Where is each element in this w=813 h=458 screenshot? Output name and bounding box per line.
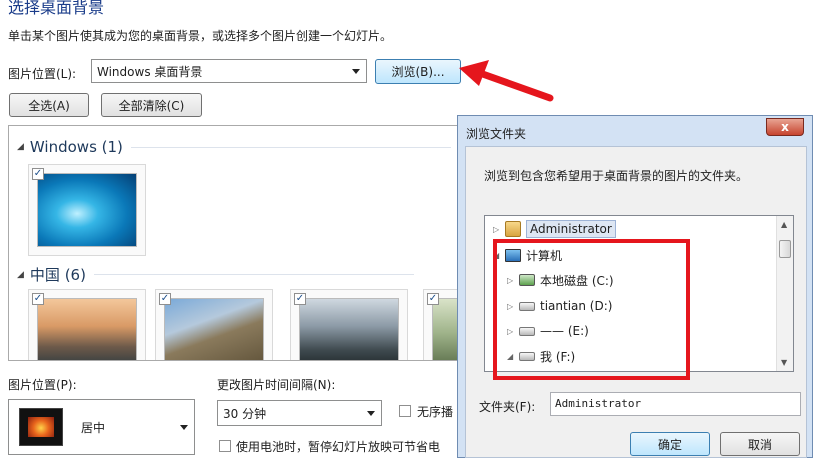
- chevron-down-icon[interactable]: [352, 68, 360, 74]
- folder-input[interactable]: Administrator: [550, 392, 801, 416]
- close-button[interactable]: x: [766, 118, 804, 136]
- preview-image: [28, 417, 54, 437]
- browse-folder-dialog: 浏览文件夹 x 浏览到包含您希望用于桌面背景的图片的文件夹。 ▷ Adminis…: [457, 115, 813, 458]
- dialog-body: 浏览到包含您希望用于桌面背景的图片的文件夹。 ▷ Administrator ◢…: [465, 146, 807, 458]
- group-header-china[interactable]: ◢ 中国 (6): [17, 264, 414, 285]
- page-title: 选择桌面背景: [8, 0, 105, 17]
- wallpaper-image-windows: [37, 173, 137, 247]
- picture-position-select[interactable]: 居中: [8, 399, 195, 455]
- close-icon: x: [781, 120, 789, 134]
- picture-location-value: Windows 桌面背景: [97, 64, 203, 79]
- wallpaper-checkbox[interactable]: ✓: [159, 293, 171, 305]
- picture-gallery[interactable]: ◢ Windows (1) ✓ ◢ 中国 (6) ✓ ✓ ✓ ✓: [8, 125, 460, 361]
- interval-value: 30 分钟: [223, 406, 267, 421]
- scroll-up-icon[interactable]: ▲: [781, 220, 787, 229]
- picture-location-select[interactable]: Windows 桌面背景: [91, 59, 367, 83]
- collapse-triangle-icon: ◢: [17, 269, 24, 280]
- tree-label-administrator: Administrator: [526, 220, 616, 238]
- wallpaper-thumbnail[interactable]: ✓: [423, 289, 459, 360]
- select-all-button[interactable]: 全选(A): [9, 93, 89, 117]
- user-folder-icon: [505, 221, 521, 237]
- wallpaper-image-river: [37, 298, 137, 360]
- picture-position-label: 图片位置(P):: [8, 378, 77, 392]
- clear-all-button[interactable]: 全部清除(C): [101, 93, 202, 117]
- wallpaper-thumbnail[interactable]: ✓: [155, 289, 273, 360]
- group-label-china: 中国 (6): [29, 266, 86, 284]
- wallpaper-image-great-wall: [164, 298, 264, 360]
- red-arrow-annotation: [459, 60, 554, 102]
- interval-label: 更改图片时间间隔(N):: [217, 378, 336, 392]
- chevron-down-icon[interactable]: [180, 424, 188, 430]
- interval-select[interactable]: 30 分钟: [217, 400, 382, 426]
- wallpaper-thumbnail[interactable]: ✓: [28, 164, 146, 256]
- scroll-down-icon[interactable]: ▼: [781, 358, 787, 367]
- cancel-button[interactable]: 取消: [720, 432, 800, 456]
- folder-label: 文件夹(F):: [479, 400, 536, 414]
- folder-input-value: Administrator: [555, 397, 642, 410]
- picture-position-value: 居中: [81, 420, 106, 435]
- expand-arrow-icon[interactable]: ▷: [493, 225, 505, 234]
- battery-pause-label: 使用电池时，暂停幻灯片放映可节省电: [236, 440, 441, 454]
- shuffle-label: 无序播: [417, 405, 454, 419]
- wallpaper-checkbox[interactable]: ✓: [427, 293, 439, 305]
- wallpaper-checkbox[interactable]: ✓: [32, 293, 44, 305]
- wallpaper-checkbox[interactable]: ✓: [294, 293, 306, 305]
- scrollbar-thumb[interactable]: [779, 240, 791, 258]
- group-divider: [130, 146, 451, 148]
- battery-pause-checkbox[interactable]: [219, 440, 231, 452]
- wallpaper-thumbnail[interactable]: ✓: [290, 289, 408, 360]
- wallpaper-checkbox[interactable]: ✓: [32, 168, 44, 180]
- dialog-instruction: 浏览到包含您希望用于桌面背景的图片的文件夹。: [484, 169, 749, 183]
- chevron-down-icon[interactable]: [367, 410, 375, 416]
- position-preview-icon: [19, 408, 63, 446]
- dialog-title: 浏览文件夹: [466, 127, 527, 141]
- red-highlight-box: [493, 239, 690, 380]
- group-divider: [93, 274, 414, 275]
- wallpaper-image-mountains: [299, 298, 399, 360]
- wallpaper-thumbnail[interactable]: ✓: [28, 289, 146, 360]
- group-label-windows: Windows (1): [29, 138, 123, 156]
- tree-scrollbar[interactable]: ▲ ▼: [776, 216, 793, 371]
- shuffle-checkbox[interactable]: [399, 405, 411, 417]
- collapse-triangle-icon: ◢: [17, 142, 24, 152]
- group-header-windows[interactable]: ◢ Windows (1): [17, 138, 451, 156]
- page-subtitle: 单击某个图片使其成为您的桌面背景，或选择多个图片创建一个幻灯片。: [8, 29, 393, 43]
- browse-button[interactable]: 浏览(B)...: [375, 59, 461, 84]
- ok-button[interactable]: 确定: [630, 432, 710, 456]
- tree-item-administrator[interactable]: ▷ Administrator: [493, 219, 616, 239]
- picture-location-label: 图片位置(L):: [8, 67, 77, 81]
- wallpaper-image-landscape: [432, 298, 459, 360]
